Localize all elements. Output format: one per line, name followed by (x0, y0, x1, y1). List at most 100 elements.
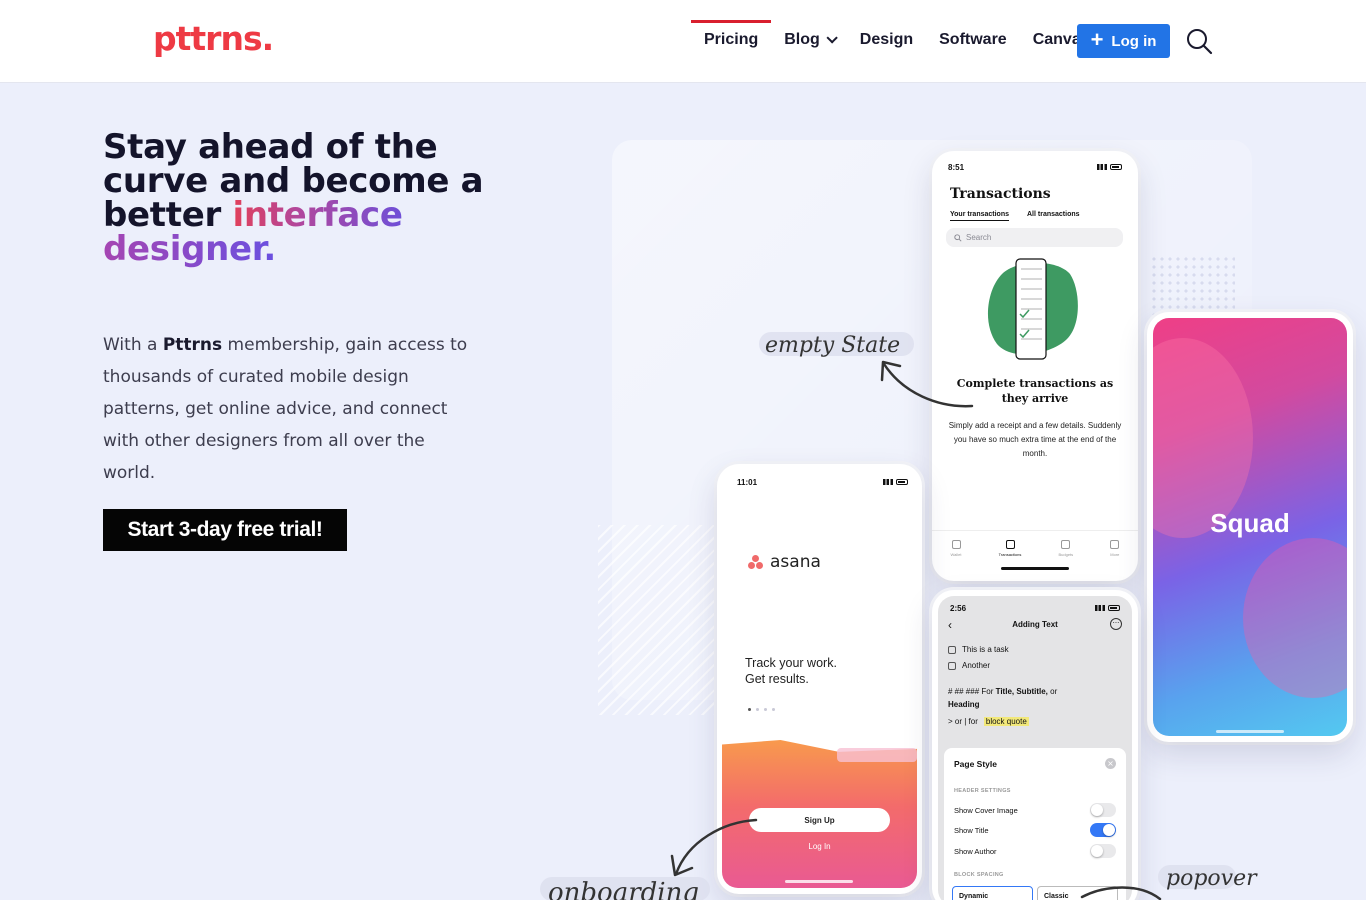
tagline-line: Track your work. (745, 656, 837, 670)
tab-budgets: Budgets (1058, 540, 1073, 557)
hero-body-brand: Pttrns (162, 335, 223, 355)
status-icons (1097, 164, 1122, 170)
nav-item-label: Canva (1032, 31, 1081, 48)
status-icons (1095, 605, 1120, 611)
quote-hint: > or | for block quote (948, 717, 1029, 726)
tab-your-transactions: Your transactions (950, 211, 1009, 221)
hero-body-prefix: With a (103, 335, 163, 355)
hint-bold: Heading (948, 700, 980, 709)
phone-adding-text: 2:56 ‹ Adding Text ··· This is a task An… (932, 590, 1138, 900)
asana-dots-icon (748, 555, 764, 569)
section-header: BLOCK SPACING (954, 872, 1004, 878)
annotation-popover: popover (1080, 865, 1258, 900)
battery-icon (1108, 605, 1120, 611)
search-icon[interactable] (1185, 27, 1213, 55)
free-trial-button[interactable]: Start 3-day free trial! (103, 509, 347, 551)
pttrns-logo[interactable]: pttrns. (153, 19, 274, 58)
toggle-row: Show Cover Image (954, 803, 1116, 817)
nav-item-software[interactable]: Software (926, 20, 1020, 60)
toggle-switch (1090, 803, 1116, 817)
annotation-text: onboarding (548, 878, 699, 900)
page-indicator (748, 708, 775, 711)
annotation-onboarding: onboarding (540, 877, 710, 900)
checkbox-icon (948, 661, 956, 670)
status-time: 8:51 (948, 163, 965, 172)
tab-all-transactions: All transactions (1027, 211, 1080, 218)
task-row: Another (948, 661, 990, 670)
nav-item-label: Blog (784, 31, 820, 48)
asana-login-link: Log In (808, 842, 831, 851)
asana-logo: asana (748, 552, 821, 572)
tab-more: More (1110, 540, 1119, 557)
battery-icon (1110, 164, 1122, 170)
task-row: This is a task (948, 645, 1009, 654)
tab-label: Transactions (998, 552, 1022, 557)
toggle-label: Show Title (954, 825, 989, 835)
squad-logo: Squad (1210, 508, 1290, 538)
nav-item-label: Software (939, 31, 1007, 48)
status-icons (883, 479, 908, 485)
toggle-row: Show Title (954, 823, 1116, 837)
task-label: This is a task (962, 645, 1009, 654)
hint-text: # ## ### For (948, 687, 996, 696)
squad-splash-screen: Squad (1153, 318, 1347, 736)
dot-pattern (1150, 255, 1235, 315)
main-nav: Pricing Blog Design Software Canva (691, 20, 1094, 60)
hero-body-suffix: membership, gain access to thousands of … (103, 335, 468, 483)
screen-title: Transactions (950, 186, 1051, 202)
phone-search-field: Search (946, 228, 1123, 247)
home-indicator (1001, 567, 1069, 570)
search-placeholder: Search (966, 233, 992, 242)
decor-blob (1243, 538, 1347, 698)
hero-description: With a Pttrns membership, gain access to… (103, 329, 473, 489)
annotation-text: popover (1166, 866, 1258, 891)
plus-icon: + (1090, 27, 1104, 52)
search-icon (954, 233, 962, 242)
hint-highlight: block quote (983, 717, 1029, 726)
asana-tagline: Track your work. Get results. (745, 655, 837, 687)
login-button-label: Log in (1111, 32, 1157, 50)
phone-tab-bar: Wallet Transactions Budgets More (932, 530, 1138, 566)
login-button[interactable]: + Log in (1077, 24, 1170, 58)
screen-title: Adding Text (1012, 620, 1058, 629)
stripe-pattern (598, 525, 718, 715)
arrow-icon (880, 360, 974, 408)
checkbox-icon (948, 645, 956, 654)
asana-wordmark: asana (770, 552, 821, 572)
nav-item-label: Design (859, 31, 914, 48)
wave-highlight (837, 748, 917, 762)
tab-transactions: Transactions (998, 540, 1022, 557)
nav-item-design[interactable]: Design (847, 20, 926, 60)
sheet-title: Page Style (954, 759, 997, 769)
phone-squad: Squad (1147, 312, 1353, 742)
segment-tabs: Your transactions All transactions (950, 211, 1080, 221)
nav-item-pricing[interactable]: Pricing (691, 20, 772, 60)
hero-title: Stay ahead of the curve and become a bet… (103, 130, 503, 266)
toggle-label: Show Cover Image (954, 805, 1018, 815)
task-label: Another (962, 661, 991, 670)
empty-state-body: Simply add a receipt and a few details. … (948, 421, 1122, 458)
annotation-text: empty State (765, 333, 900, 358)
menu-icon (1110, 540, 1120, 549)
hint-text: > or | for (948, 717, 978, 726)
heading-hint: # ## ### For Title, Subtitle, or Heading (948, 685, 1124, 711)
tagline-line: Get results. (745, 672, 809, 686)
receipt-illustration (987, 258, 1078, 360)
option-dynamic: Dynamic (952, 886, 1033, 900)
status-time: 11:01 (737, 478, 758, 487)
tab-label: Wallet (950, 552, 962, 557)
signal-icon (883, 479, 893, 485)
toggle-label: Show Author (954, 846, 997, 856)
battery-icon (896, 479, 908, 485)
nav-item-blog[interactable]: Blog (771, 20, 847, 60)
asana-signup-button: Sign Up (749, 808, 890, 832)
nav-item-label: Pricing (704, 31, 759, 48)
hint-text: or (1047, 687, 1058, 696)
close-icon: × (1105, 758, 1116, 769)
more-icon: ··· (1110, 618, 1122, 630)
tab-label: More (1110, 552, 1120, 557)
toggle-switch (1090, 823, 1116, 837)
section-header: HEADER SETTINGS (954, 788, 1011, 794)
wallet-icon (951, 540, 961, 549)
home-indicator (1216, 730, 1284, 733)
